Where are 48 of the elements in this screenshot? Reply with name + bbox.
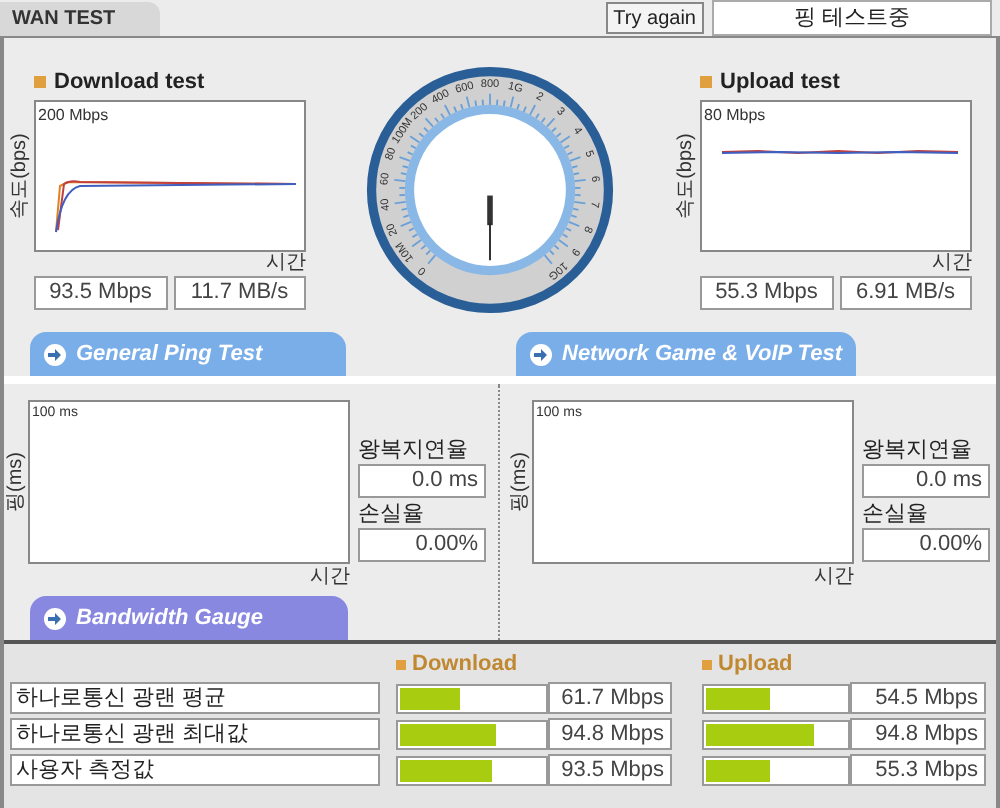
axis-label: 시간 bbox=[814, 564, 854, 590]
row-label: 하나로통신 광랜 최대값 bbox=[10, 718, 380, 750]
column-header: Upload bbox=[718, 649, 793, 680]
loss-value: 0.00% bbox=[358, 528, 486, 562]
section-tab[interactable]: General Ping Test bbox=[30, 332, 346, 376]
speed-value: 93.5 Mbps bbox=[548, 754, 672, 786]
axis-label: 핑(ms) bbox=[507, 452, 533, 512]
axis-label: 속도(bps) bbox=[673, 132, 699, 218]
arrow-icon bbox=[44, 343, 66, 365]
rtt-label: 왕복지연율 bbox=[358, 436, 470, 464]
bullet-icon bbox=[34, 76, 46, 89]
scale-label: 200 Mbps bbox=[38, 103, 109, 127]
axis-label: 속도(bps) bbox=[7, 132, 33, 218]
axis-label: 핑(ms) bbox=[3, 452, 29, 512]
chart-title: Upload test bbox=[720, 68, 840, 98]
axis-label: 시간 bbox=[266, 251, 306, 275]
speed-readout: 6.91 MB/s bbox=[839, 275, 972, 309]
loss-value: 0.00% bbox=[862, 528, 990, 562]
scale-label: 80 Mbps bbox=[704, 103, 766, 127]
speed-readout: 55.3 Mbps bbox=[700, 275, 833, 309]
rtt-label: 왕복지연율 bbox=[862, 436, 974, 464]
row-label: 하나로통신 광랜 평균 bbox=[10, 682, 380, 714]
speed-value: 94.8 Mbps bbox=[850, 718, 986, 750]
arrow-icon bbox=[530, 343, 552, 365]
speed-readout: 93.5 Mbps bbox=[34, 275, 167, 309]
try-again-button[interactable]: Try again bbox=[605, 2, 704, 34]
speed-value: 94.8 Mbps bbox=[548, 718, 672, 750]
gauge-needle bbox=[486, 195, 492, 262]
chart-title: Download test bbox=[54, 68, 205, 98]
rtt-value: 0.0 ms bbox=[358, 464, 486, 498]
section-tab[interactable]: Network Game & VoIP Test bbox=[516, 332, 856, 376]
loss-label: 손실율 bbox=[358, 500, 426, 528]
rtt-value: 0.0 ms bbox=[862, 464, 990, 498]
column-header: Download bbox=[412, 649, 518, 680]
speed-value: 54.5 Mbps bbox=[850, 682, 986, 714]
axis-label: 시간 bbox=[932, 251, 972, 275]
axis-label: 시간 bbox=[310, 564, 350, 590]
bullet-icon bbox=[396, 659, 406, 669]
bullet-icon bbox=[700, 76, 712, 89]
row-label: 사용자 측정값 bbox=[10, 754, 380, 786]
arrow-icon bbox=[44, 607, 66, 629]
speed-value: 61.7 Mbps bbox=[548, 682, 672, 714]
window-tab[interactable]: WAN TEST bbox=[0, 2, 160, 36]
speed-value: 55.3 Mbps bbox=[850, 754, 986, 786]
status-field: 핑 테스트중 bbox=[712, 0, 992, 36]
loss-label: 손실율 bbox=[862, 500, 930, 528]
bullet-icon bbox=[702, 659, 712, 669]
speed-readout: 11.7 MB/s bbox=[173, 275, 306, 309]
